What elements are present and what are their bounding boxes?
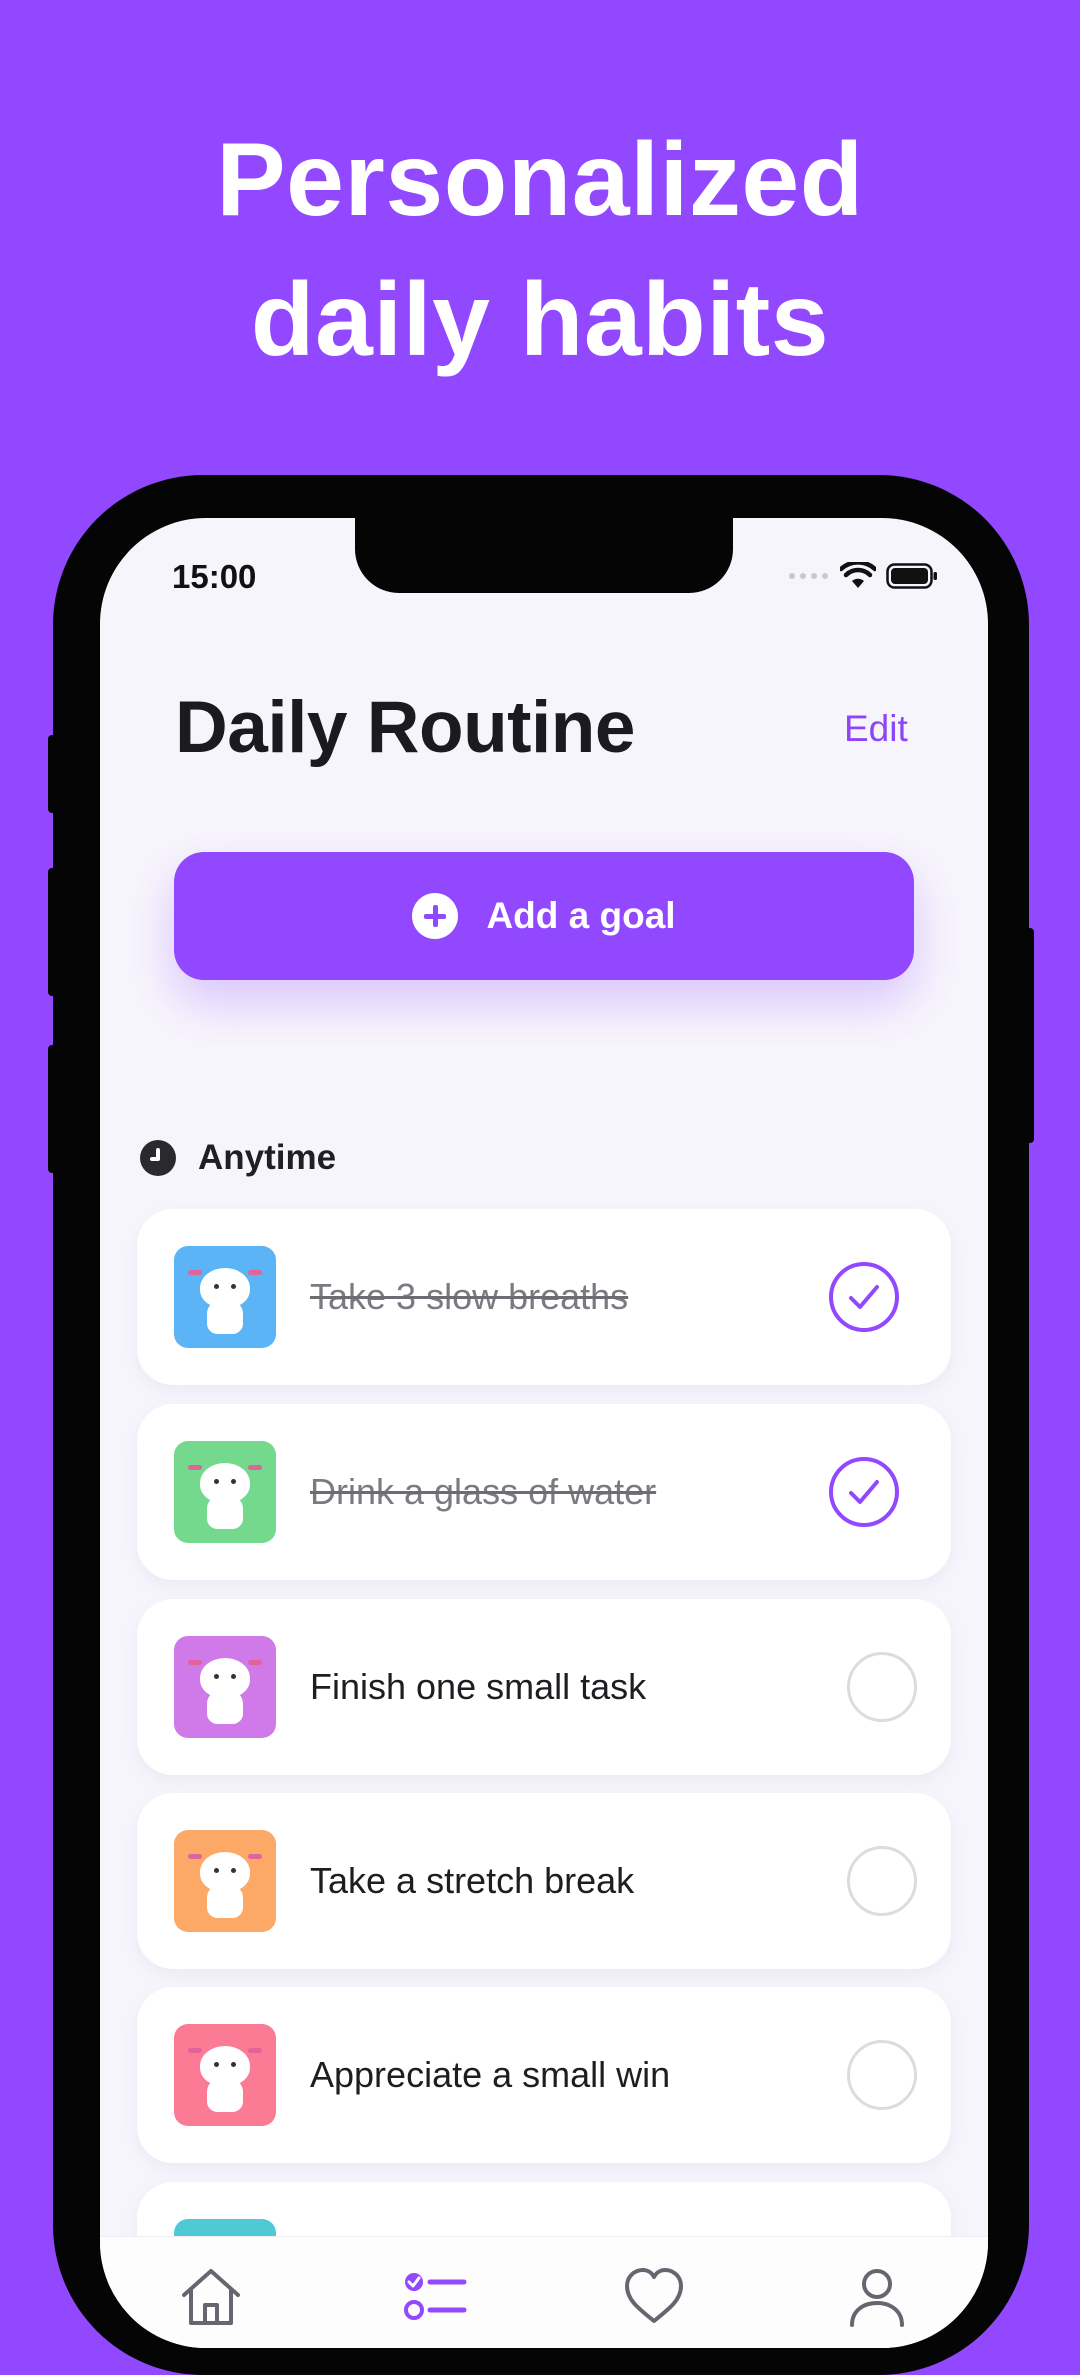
checked-circle-icon[interactable] bbox=[829, 1262, 899, 1332]
battery-icon bbox=[886, 563, 937, 589]
axolotl-thumbnail bbox=[174, 2024, 276, 2126]
signal-dots-icon bbox=[789, 573, 828, 579]
tab-bar bbox=[100, 2236, 988, 2348]
unchecked-circle-icon[interactable] bbox=[847, 1846, 917, 1916]
task-card[interactable]: Take a stretch break bbox=[137, 1793, 951, 1969]
wifi-icon bbox=[840, 562, 876, 588]
checklist-icon bbox=[404, 2273, 467, 2320]
task-label: Take a stretch break bbox=[310, 1860, 635, 1901]
task-label: Appreciate a small win bbox=[310, 2054, 671, 2095]
edit-button[interactable]: Edit bbox=[844, 708, 908, 750]
tab-favorites[interactable] bbox=[619, 2261, 689, 2331]
marketing-headline: Personalized daily habits bbox=[0, 110, 1080, 390]
axolotl-thumbnail bbox=[174, 1246, 276, 1348]
axolotl-thumbnail bbox=[174, 1830, 276, 1932]
section-title: Anytime bbox=[198, 1138, 337, 1177]
phone-volume-down-button bbox=[48, 1045, 58, 1173]
phone-side-button bbox=[48, 735, 58, 813]
checked-circle-icon[interactable] bbox=[829, 1457, 899, 1527]
app-screen: 15:00 Daily Routine Edit Add a goal Anyt… bbox=[100, 518, 988, 2348]
tab-profile[interactable] bbox=[842, 2261, 912, 2331]
task-card[interactable]: Appreciate a small win bbox=[137, 1987, 951, 2163]
unchecked-circle-icon[interactable] bbox=[847, 1652, 917, 1722]
clock-icon bbox=[140, 1140, 176, 1176]
task-label: Finish one small task bbox=[310, 1666, 647, 1707]
task-label: Drink a glass of water bbox=[310, 1471, 657, 1512]
tab-home[interactable] bbox=[176, 2261, 246, 2331]
home-icon bbox=[182, 2269, 240, 2325]
status-time: 15:00 bbox=[172, 558, 257, 595]
heart-icon bbox=[625, 2268, 683, 2323]
section-header-anytime: Anytime bbox=[140, 1138, 336, 1178]
phone-volume-up-button bbox=[48, 868, 58, 996]
axolotl-thumbnail bbox=[174, 1636, 276, 1738]
status-icons bbox=[788, 558, 938, 594]
task-card[interactable]: Drink a glass of water bbox=[137, 1404, 951, 1580]
task-card[interactable]: Finish one small task bbox=[137, 1599, 951, 1775]
headline-line-2: daily habits bbox=[250, 262, 830, 378]
unchecked-circle-icon[interactable] bbox=[847, 2040, 917, 2110]
add-goal-button[interactable]: Add a goal bbox=[174, 852, 914, 980]
task-label: Take 3 slow breaths bbox=[310, 1276, 629, 1317]
person-icon bbox=[850, 2269, 904, 2327]
headline-line-1: Personalized bbox=[216, 122, 864, 238]
add-goal-label: Add a goal bbox=[486, 895, 676, 936]
tab-routine[interactable] bbox=[400, 2261, 470, 2331]
notch bbox=[355, 518, 733, 593]
phone-power-button bbox=[1024, 928, 1034, 1143]
task-card[interactable]: Take 3 slow breaths bbox=[137, 1209, 951, 1385]
plus-circle-icon bbox=[412, 893, 459, 939]
axolotl-thumbnail bbox=[174, 1441, 276, 1543]
page-title: Daily Routine bbox=[175, 687, 635, 768]
